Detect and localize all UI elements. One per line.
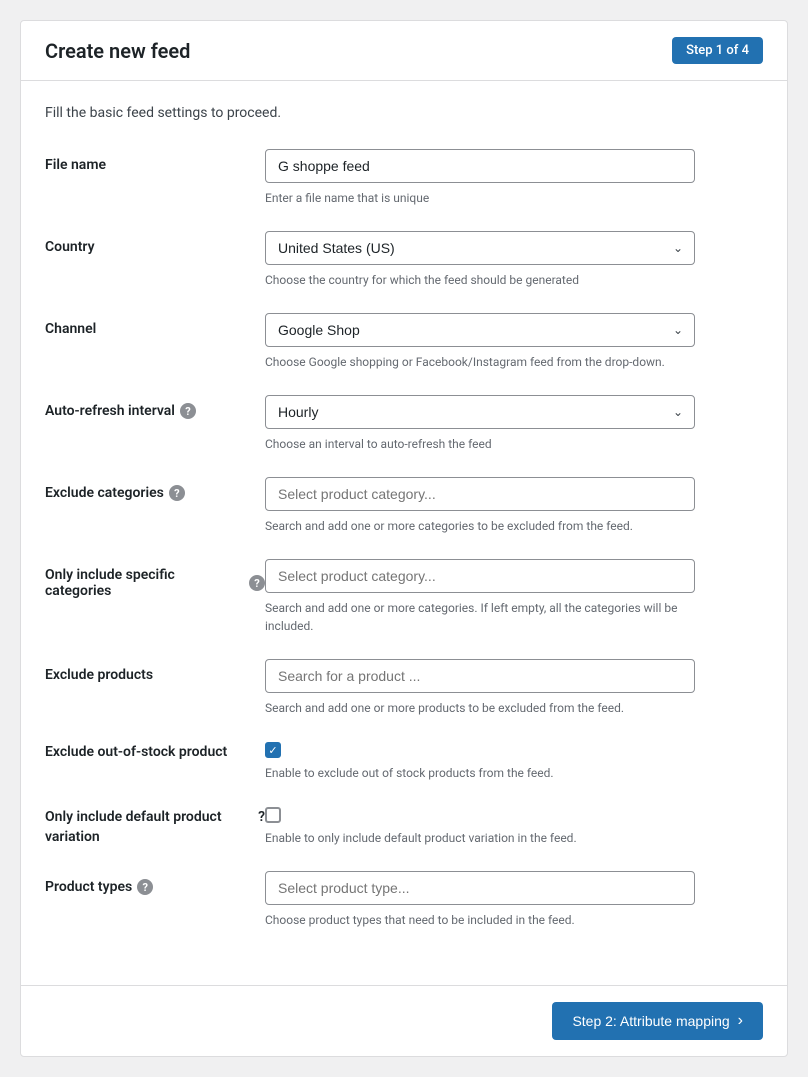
default-variation-wrapper — [265, 806, 695, 823]
include-categories-input[interactable] — [265, 559, 695, 593]
include-categories-label: Only include specific categories ? — [45, 559, 265, 599]
include-categories-field: Search and add one or more categories. I… — [265, 559, 695, 635]
card-footer: Step 2: Attribute mapping › — [21, 985, 787, 1056]
product-types-label: Product types ? — [45, 871, 265, 895]
exclude-categories-help-icon[interactable]: ? — [169, 485, 185, 501]
exclude-products-field: Search and add one or more products to b… — [265, 659, 695, 717]
page-container: Create new feed Step 1 of 4 Fill the bas… — [20, 20, 788, 1057]
auto-refresh-help-icon[interactable]: ? — [180, 403, 196, 419]
exclude-out-of-stock-checkbox[interactable]: ✓ — [265, 742, 281, 758]
exclude-categories-row: Exclude categories ? Search and add one … — [45, 477, 763, 535]
default-variation-hint: Enable to only include default product v… — [265, 829, 695, 847]
exclude-categories-label: Exclude categories ? — [45, 477, 265, 501]
default-variation-help-icon[interactable]: ? — [258, 808, 265, 828]
default-variation-label: Only include default product variation ? — [45, 806, 265, 847]
default-variation-checkbox[interactable] — [265, 807, 281, 823]
exclude-products-input[interactable] — [265, 659, 695, 693]
product-types-input[interactable] — [265, 871, 695, 905]
include-categories-help-icon[interactable]: ? — [249, 575, 265, 591]
channel-row: Channel Google Shop Facebook/Instagram ⌄… — [45, 313, 763, 371]
product-types-row: Product types ? Choose product types tha… — [45, 871, 763, 929]
auto-refresh-label: Auto-refresh interval ? — [45, 395, 265, 419]
auto-refresh-field: Hourly Daily Weekly ⌄ Choose an interval… — [265, 395, 695, 453]
file-name-label: File name — [45, 149, 265, 173]
channel-label: Channel — [45, 313, 265, 337]
exclude-categories-hint: Search and add one or more categories to… — [265, 517, 695, 535]
exclude-out-of-stock-label: Exclude out-of-stock product — [45, 741, 265, 763]
auto-refresh-select-wrapper: Hourly Daily Weekly ⌄ — [265, 395, 695, 429]
channel-field: Google Shop Facebook/Instagram ⌄ Choose … — [265, 313, 695, 371]
card-header: Create new feed Step 1 of 4 — [21, 21, 787, 81]
product-types-help-icon[interactable]: ? — [137, 879, 153, 895]
form-description: Fill the basic feed settings to proceed. — [45, 105, 763, 121]
country-label: Country — [45, 231, 265, 255]
exclude-products-hint: Search and add one or more products to b… — [265, 699, 695, 717]
default-variation-field: Enable to only include default product v… — [265, 806, 695, 847]
exclude-out-of-stock-field: ✓ Enable to exclude out of stock product… — [265, 741, 695, 782]
next-step-button[interactable]: Step 2: Attribute mapping › — [552, 1002, 763, 1040]
file-name-hint: Enter a file name that is unique — [265, 189, 695, 207]
checkmark-icon: ✓ — [268, 745, 277, 756]
page-title: Create new feed — [45, 39, 190, 63]
product-types-field: Choose product types that need to be inc… — [265, 871, 695, 929]
include-categories-row: Only include specific categories ? Searc… — [45, 559, 763, 635]
auto-refresh-row: Auto-refresh interval ? Hourly Daily Wee… — [45, 395, 763, 453]
card-body: Fill the basic feed settings to proceed.… — [21, 81, 787, 977]
auto-refresh-hint: Choose an interval to auto-refresh the f… — [265, 435, 695, 453]
file-name-row: File name Enter a file name that is uniq… — [45, 149, 763, 207]
channel-select-wrapper: Google Shop Facebook/Instagram ⌄ — [265, 313, 695, 347]
country-select[interactable]: United States (US) United Kingdom (UK) C… — [265, 231, 695, 265]
auto-refresh-select[interactable]: Hourly Daily Weekly — [265, 395, 695, 429]
country-hint: Choose the country for which the feed sh… — [265, 271, 695, 289]
exclude-products-label: Exclude products — [45, 659, 265, 683]
exclude-categories-input[interactable] — [265, 477, 695, 511]
exclude-categories-field: Search and add one or more categories to… — [265, 477, 695, 535]
step-badge: Step 1 of 4 — [672, 37, 763, 64]
product-types-hint: Choose product types that need to be inc… — [265, 911, 695, 929]
default-variation-row: Only include default product variation ?… — [45, 806, 763, 847]
next-arrow-icon: › — [738, 1012, 743, 1030]
exclude-out-of-stock-wrapper: ✓ — [265, 741, 695, 758]
next-step-label: Step 2: Attribute mapping — [572, 1013, 729, 1029]
channel-select[interactable]: Google Shop Facebook/Instagram — [265, 313, 695, 347]
exclude-out-of-stock-row: Exclude out-of-stock product ✓ Enable to… — [45, 741, 763, 782]
exclude-products-row: Exclude products Search and add one or m… — [45, 659, 763, 717]
country-field: United States (US) United Kingdom (UK) C… — [265, 231, 695, 289]
file-name-input[interactable] — [265, 149, 695, 183]
channel-hint: Choose Google shopping or Facebook/Insta… — [265, 353, 695, 371]
file-name-field: Enter a file name that is unique — [265, 149, 695, 207]
form-card: Create new feed Step 1 of 4 Fill the bas… — [20, 20, 788, 1057]
country-select-wrapper: United States (US) United Kingdom (UK) C… — [265, 231, 695, 265]
exclude-out-of-stock-hint: Enable to exclude out of stock products … — [265, 764, 695, 782]
include-categories-hint: Search and add one or more categories. I… — [265, 599, 695, 635]
country-row: Country United States (US) United Kingdo… — [45, 231, 763, 289]
